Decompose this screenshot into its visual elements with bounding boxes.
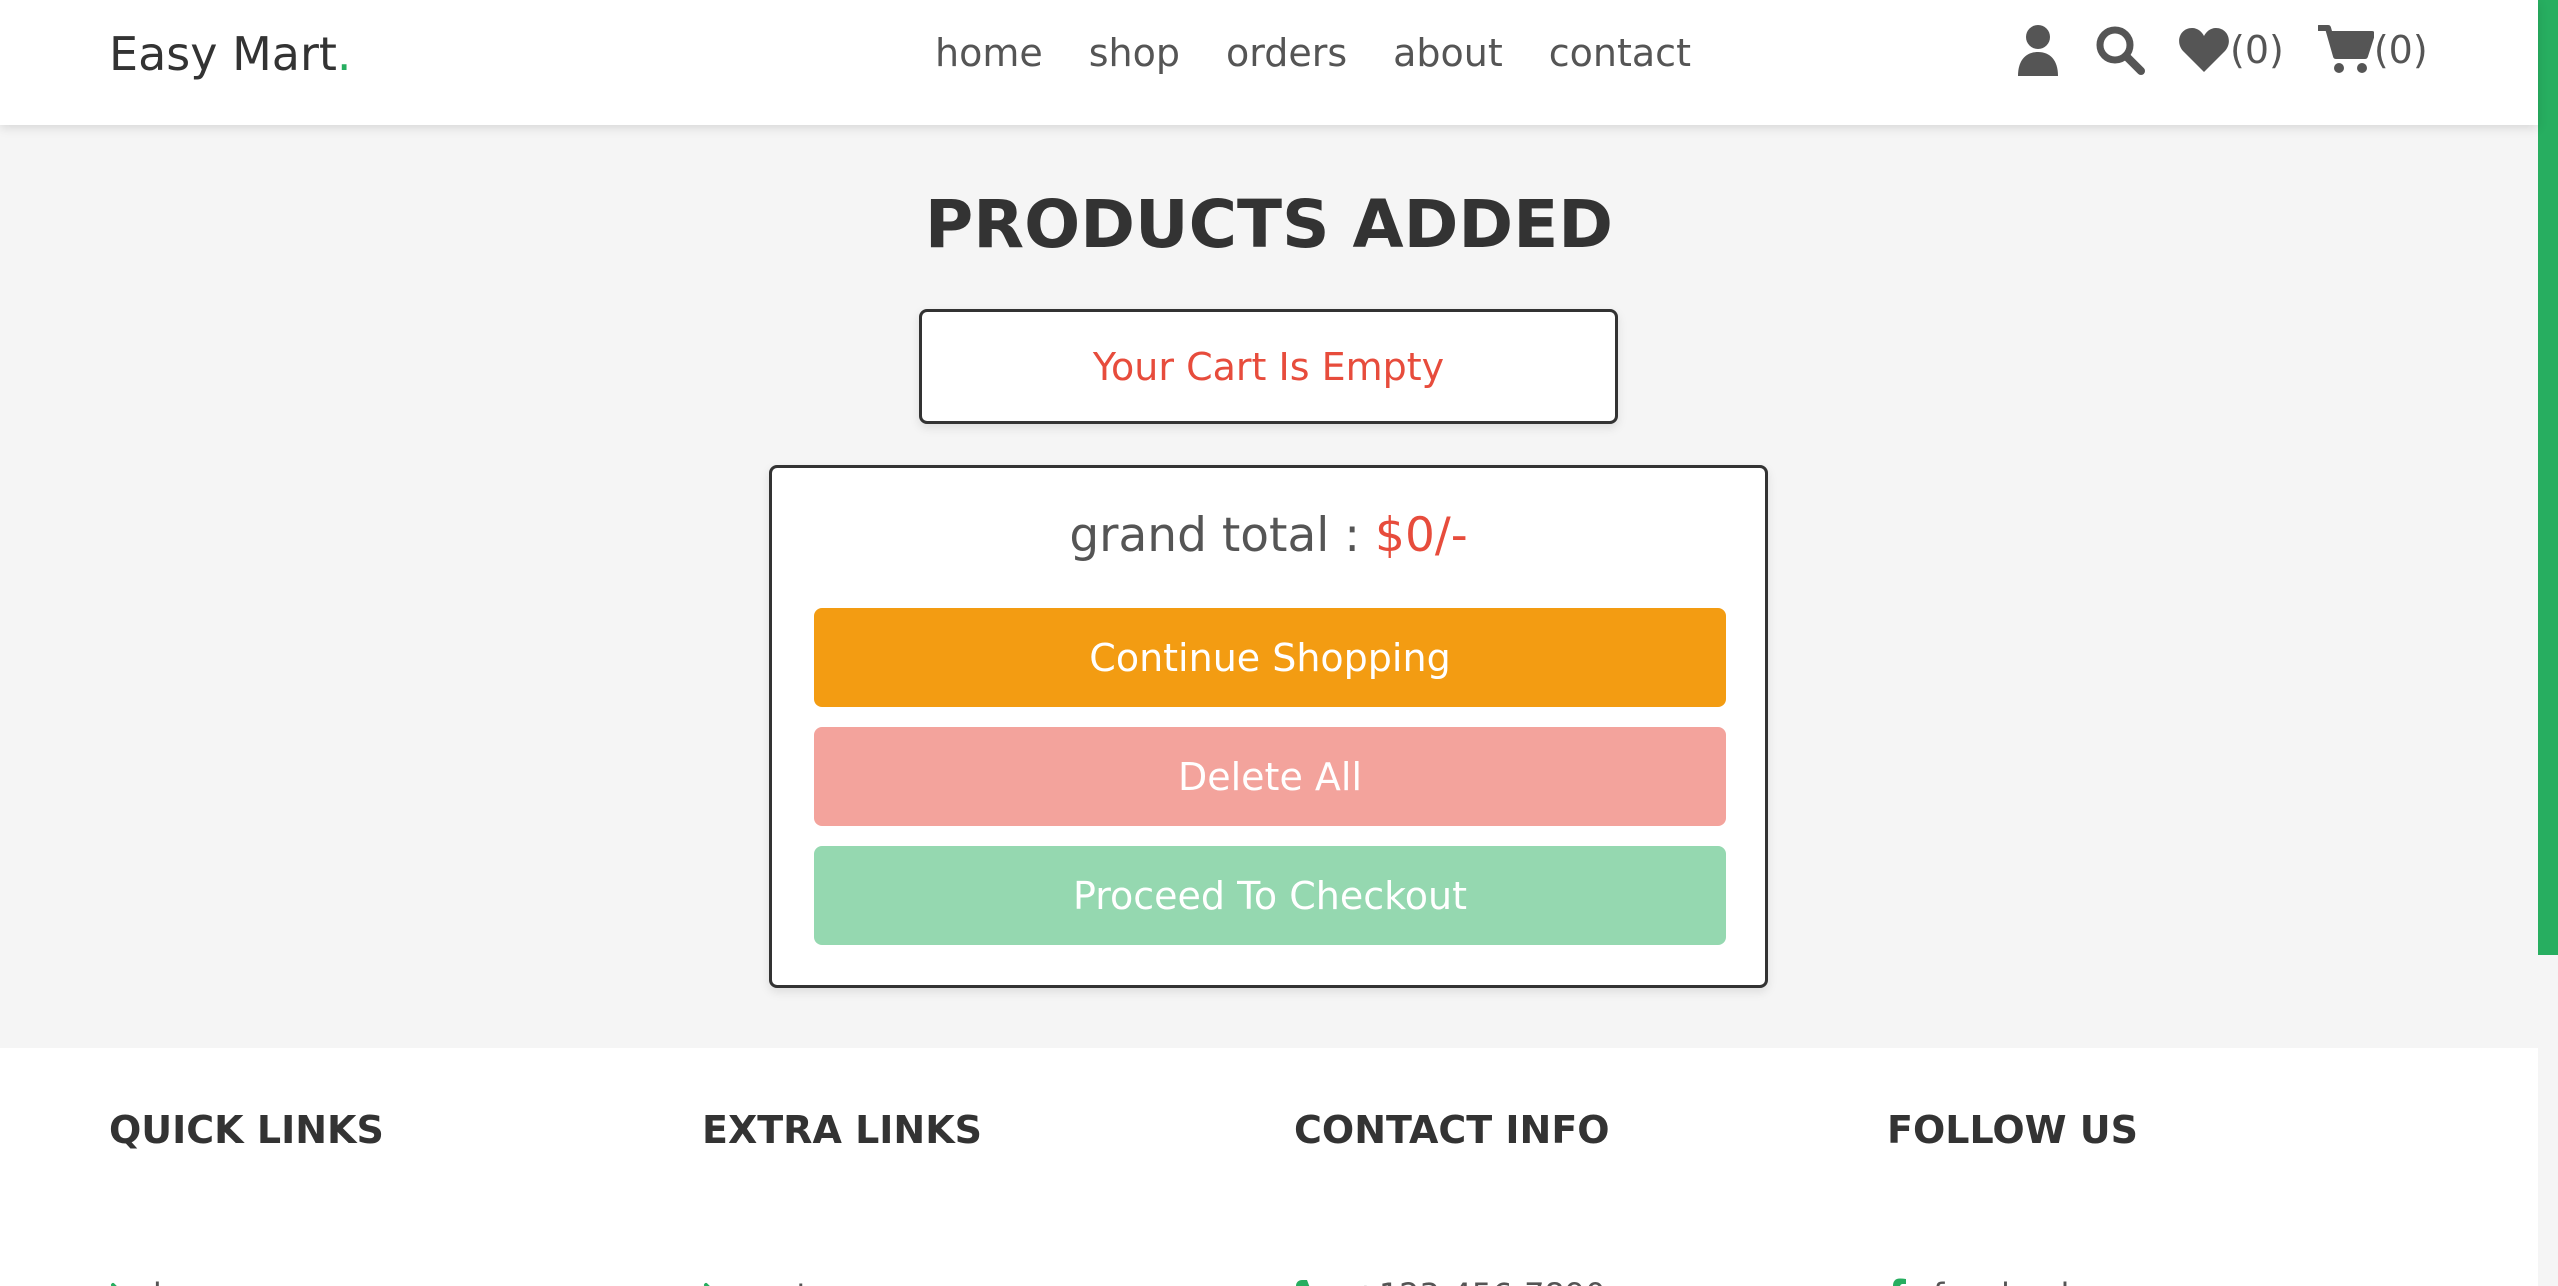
- footer-phone[interactable]: +123-456-7890: [1294, 1276, 1606, 1286]
- continue-shopping-button[interactable]: Continue Shopping: [814, 608, 1726, 707]
- footer-heading: CONTACT INFO: [1294, 1108, 1610, 1152]
- logo-text: Easy Mart: [109, 27, 337, 81]
- footer-link-label: facebook: [1933, 1276, 2079, 1286]
- footer-phone-number: +123-456-7890: [1352, 1276, 1606, 1286]
- footer-contact-info: CONTACT INFO +123-456-7890: [1294, 1108, 1610, 1286]
- empty-cart-box: Your Cart Is Empty: [919, 309, 1618, 424]
- logo-dot: .: [336, 27, 352, 81]
- chevron-right-icon: [704, 1283, 710, 1286]
- facebook-icon: [1893, 1278, 1906, 1286]
- search-icon: [2096, 26, 2145, 75]
- wishlist-count: (0): [2230, 28, 2284, 72]
- footer-heading: EXTRA LINKS: [702, 1108, 983, 1152]
- cart-button[interactable]: (0): [2317, 24, 2428, 76]
- nav-shop[interactable]: shop: [1089, 31, 1180, 75]
- search-button[interactable]: [2094, 24, 2146, 76]
- nav-home[interactable]: home: [935, 31, 1043, 75]
- empty-cart-message: Your Cart Is Empty: [1092, 344, 1445, 389]
- site-footer: QUICK LINKS home EXTRA LINKS cart CONTAC…: [0, 1048, 2538, 1286]
- page-title: PRODUCTS ADDED: [924, 186, 1614, 263]
- nav-about[interactable]: about: [1393, 31, 1503, 75]
- footer-link-label: home: [153, 1276, 244, 1286]
- grand-total-value: $0/-: [1375, 508, 1468, 563]
- footer-link-home[interactable]: home: [109, 1276, 244, 1286]
- cart-count: (0): [2373, 28, 2428, 72]
- phone-icon: [1296, 1280, 1310, 1286]
- chevron-right-icon: [111, 1283, 117, 1286]
- grand-total-label: grand total :: [1069, 508, 1376, 563]
- cart-total-box: grand total : $0/- Continue Shopping Del…: [769, 465, 1768, 988]
- footer-heading: QUICK LINKS: [109, 1108, 384, 1152]
- footer-quick-links: QUICK LINKS home: [109, 1108, 384, 1286]
- nav-contact[interactable]: contact: [1549, 31, 1691, 75]
- footer-link-cart[interactable]: cart: [702, 1276, 809, 1286]
- nav-orders[interactable]: orders: [1226, 31, 1347, 75]
- main-nav: home shop orders about contact: [935, 31, 1691, 75]
- wishlist-button[interactable]: (0): [2178, 27, 2284, 73]
- scrollbar-thumb[interactable]: [2538, 0, 2558, 955]
- grand-total: grand total : $0/-: [772, 508, 1765, 563]
- footer-extra-links: EXTRA LINKS cart: [702, 1108, 983, 1286]
- logo[interactable]: Easy Mart.: [109, 27, 352, 81]
- delete-all-button[interactable]: Delete All: [814, 727, 1726, 826]
- heart-icon: [2179, 28, 2229, 72]
- footer-follow-us: FOLLOW US facebook: [1887, 1108, 2139, 1286]
- header-icons: (0) (0): [2016, 24, 2428, 76]
- cart-icon: [2317, 25, 2374, 73]
- site-header: Easy Mart. home shop orders about contac…: [0, 0, 2538, 125]
- user-icon: [2018, 25, 2058, 76]
- user-button[interactable]: [2016, 24, 2060, 76]
- footer-link-label: cart: [746, 1276, 809, 1286]
- footer-link-facebook[interactable]: facebook: [1887, 1276, 2079, 1286]
- footer-heading: FOLLOW US: [1887, 1108, 2139, 1152]
- checkout-button[interactable]: Proceed To Checkout: [814, 846, 1726, 945]
